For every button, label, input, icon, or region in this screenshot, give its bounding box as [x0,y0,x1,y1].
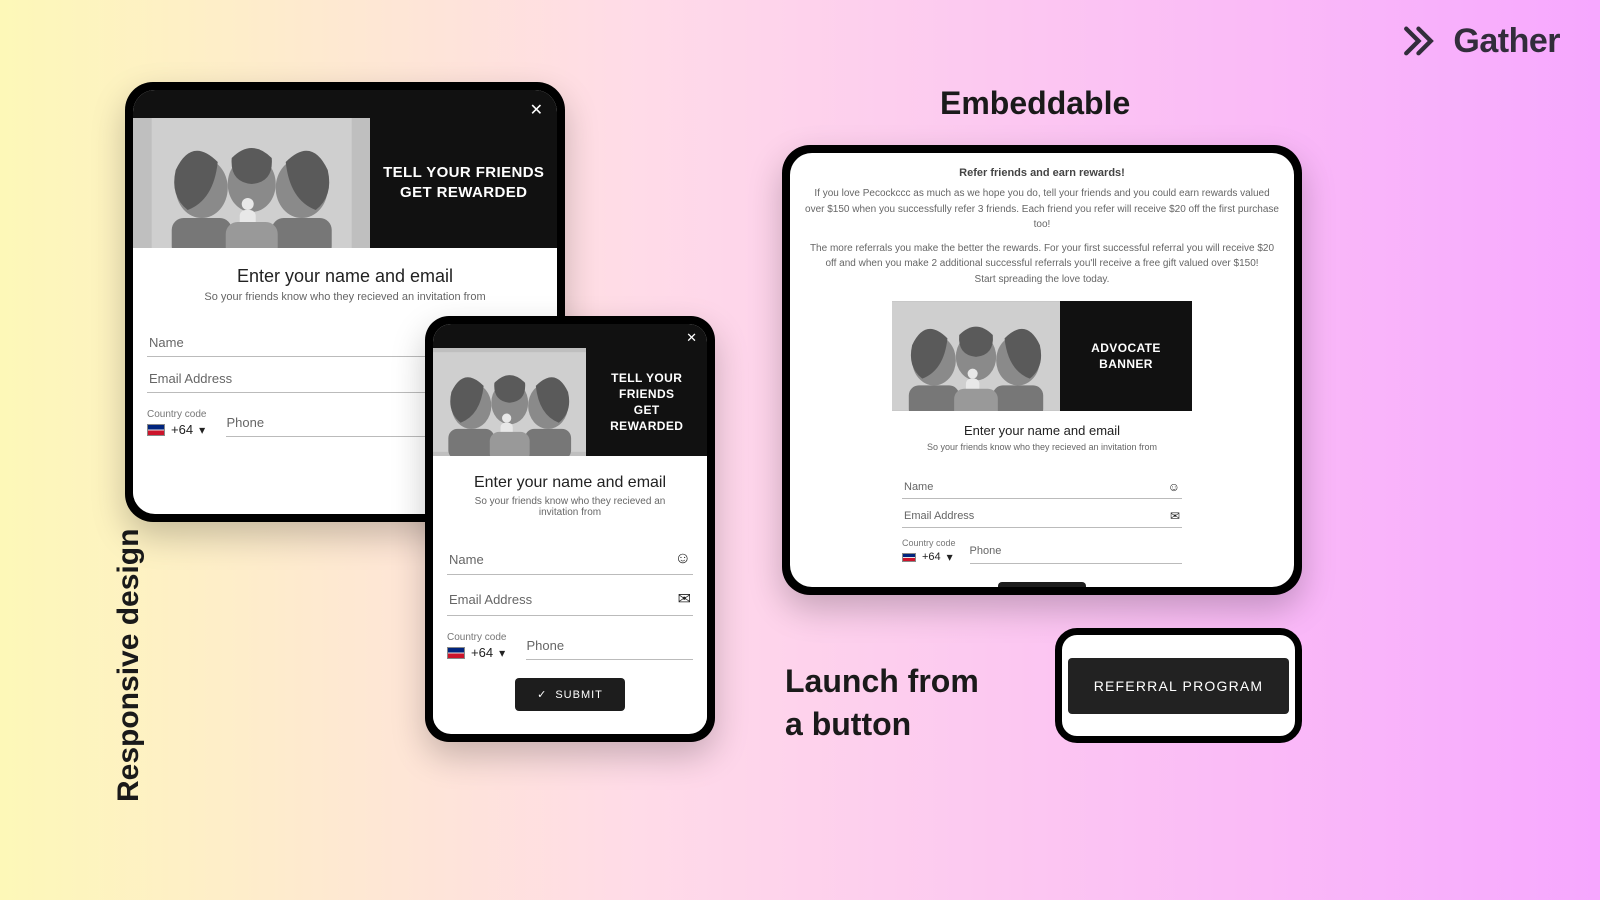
name-placeholder: Name [449,552,484,567]
phone-preview: ✕ TELL YOUR FRIENDSGET REWARDED Enter yo… [425,316,715,742]
hero-text: ADVOCATE BANNER [1072,340,1180,372]
phone-placeholder: Phone [226,415,264,430]
label-launch-from-button: Launch from a button [785,660,979,746]
country-code-label: Country code [147,409,206,420]
phone-placeholder: Phone [970,545,1002,557]
hero-text: TELL YOUR FRIENDSGET REWARDED [383,163,544,204]
email-placeholder: Email Address [149,371,232,386]
name-field[interactable]: Name ☺ [902,470,1182,499]
brand-name: Gather [1453,22,1560,61]
form-subtitle: So your friends know who they recieved a… [147,291,543,303]
mail-icon: ✉ [678,589,691,609]
country-code-value: +64 [171,422,193,437]
country-code-label: Country code [902,538,956,548]
submit-button[interactable]: ✓ SUBMIT [998,582,1087,587]
country-code-select[interactable]: Country code +64 ▾ [147,409,206,437]
country-code-label: Country code [447,632,506,643]
form-title: Enter your name and email [902,423,1182,438]
embed-paragraph-3: Start spreading the love today. [804,272,1280,288]
embed-tablet-preview: Refer friends and earn rewards! If you l… [782,145,1302,595]
submit-label: SUBMIT [555,689,603,701]
label-responsive-design: Responsive design [112,529,146,802]
name-field[interactable]: Name ☺ [447,536,693,575]
smiley-icon: ☺ [675,550,691,568]
close-icon[interactable]: ✕ [530,100,543,120]
hero-banner: TELL YOUR FRIENDSGET REWARDED [433,348,707,456]
chevron-down-icon: ▾ [947,550,953,564]
check-icon: ✓ [537,688,547,701]
embed-paragraph-1: If you love Pecockccc as much as we hope… [804,186,1280,233]
flag-icon [147,424,165,436]
embedded-widget: ADVOCATE BANNER Enter your name and emai… [892,301,1192,587]
submit-button[interactable]: ✓ SUBMIT [515,678,625,711]
name-placeholder: Name [904,481,933,493]
email-placeholder: Email Address [449,592,532,607]
brand-icon [1401,20,1443,62]
chevron-down-icon: ▾ [199,423,205,437]
name-placeholder: Name [149,335,184,350]
country-code-select[interactable]: Country code +64 ▾ [447,632,506,660]
chevron-down-icon: ▾ [499,646,505,660]
email-field[interactable]: Email Address ✉ [902,499,1182,528]
hero-image [433,348,586,456]
hero-banner: TELL YOUR FRIENDSGET REWARDED [133,118,557,248]
label-launch-line2: a button [785,706,911,742]
hero-banner: ADVOCATE BANNER [892,301,1192,411]
form-title: Enter your name and email [447,474,693,492]
country-code-select[interactable]: Country code +64 ▾ [902,538,956,564]
referral-program-label: REFERRAL PROGRAM [1094,678,1264,694]
mail-icon: ✉ [1170,509,1180,523]
form-title: Enter your name and email [147,266,543,287]
launch-button-card: REFERRAL PROGRAM [1055,628,1302,743]
close-icon[interactable]: ✕ [686,330,697,346]
form-subtitle: So your friends know who they recieved a… [902,442,1182,452]
smiley-icon: ☺ [1168,480,1180,494]
email-field[interactable]: Email Address ✉ [447,575,693,616]
embed-title: Refer friends and earn rewards! [804,165,1280,182]
hero-text: TELL YOUR FRIENDSGET REWARDED [598,370,695,435]
phone-field[interactable]: Phone [526,632,693,660]
country-code-value: +64 [471,645,493,660]
phone-placeholder: Phone [526,638,564,653]
hero-image [133,118,370,248]
label-embeddable: Embeddable [940,85,1130,122]
embed-paragraph-2: The more referrals you make the better t… [804,241,1280,272]
hero-image [892,301,1060,411]
flag-icon [447,647,465,659]
email-placeholder: Email Address [904,510,974,522]
referral-program-button[interactable]: REFERRAL PROGRAM [1068,658,1290,714]
phone-field[interactable]: Phone [970,538,1182,564]
country-code-value: +64 [922,551,941,563]
brand-logo: Gather [1401,20,1560,62]
form-subtitle: So your friends know who they recieved a… [447,496,693,518]
flag-icon [902,553,916,562]
label-launch-line1: Launch from [785,663,979,699]
